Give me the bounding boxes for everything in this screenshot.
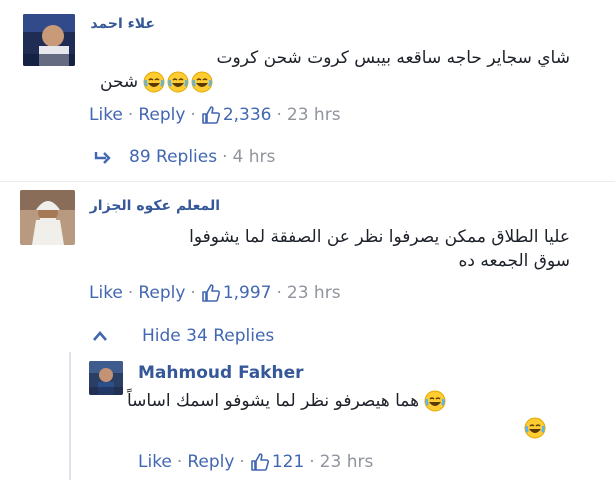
comment-text-line-2: شحن (100, 70, 570, 94)
reply-actions: Like · Reply · 121 · 23 hrs (138, 452, 373, 472)
timestamp[interactable]: 23 hrs (320, 452, 374, 472)
reply-link[interactable]: Reply (138, 283, 185, 303)
reply-link[interactable]: Reply (138, 105, 185, 125)
comment-text-line: شاي سجاير حاجه ساقعه بيبس كروت شحن كروت (216, 48, 570, 68)
reply-arrow-icon (94, 152, 111, 164)
separator-dot: · (239, 452, 245, 472)
tears-of-joy-emoji-icon (167, 71, 189, 93)
like-count[interactable]: 121 (272, 452, 304, 472)
comment-text: عليا الطلاق ممكن يصرفوا نظر عن الصفقة لم… (90, 225, 570, 273)
separator-dot: · (190, 283, 196, 303)
reply-author[interactable]: Mahmoud Fakher (138, 363, 303, 383)
thumbs-up-icon[interactable] (201, 283, 221, 303)
comment-actions: Like · Reply · 2,336 · 23 hrs (89, 105, 341, 125)
thumbs-up-icon[interactable] (201, 105, 221, 125)
timestamp[interactable]: 23 hrs (287, 105, 341, 125)
comment-author[interactable]: المعلم عكوه الجزار (90, 198, 220, 214)
reply-link[interactable]: Reply (187, 452, 234, 472)
reply-text: هما هيصرفو نظر لما يشوفو اسمك اساساً (127, 389, 547, 442)
view-replies-link[interactable]: 89 Replies · 4 hrs (94, 147, 275, 167)
tears-of-joy-emoji-icon (524, 417, 546, 439)
timestamp[interactable]: 23 hrs (287, 283, 341, 303)
like-link[interactable]: Like (89, 105, 123, 125)
comment-text-line-2: سوق الجمعه ده (458, 251, 570, 271)
like-count[interactable]: 1,997 (223, 283, 272, 303)
chevron-up-icon (93, 331, 107, 341)
separator-dot: · (222, 147, 228, 167)
reply-text-line: هما هيصرفو نظر لما يشوفو اسمك اساساً (127, 389, 547, 413)
thumbs-up-icon[interactable] (250, 452, 270, 472)
like-link[interactable]: Like (138, 452, 172, 472)
reply-thread-line (69, 352, 71, 480)
separator-dot: · (127, 283, 134, 303)
hide-replies-link[interactable]: Hide 34 Replies (92, 326, 274, 346)
reply-text-content: هما هيصرفو نظر لما يشوفو اسمك اساساً (127, 391, 420, 411)
separator-dot: · (309, 452, 315, 472)
comment-divider (0, 181, 615, 182)
tears-of-joy-emoji-icon (191, 71, 213, 93)
tears-of-joy-emoji-icon (143, 71, 165, 93)
avatar[interactable] (89, 361, 123, 395)
comment-text: شاي سجاير حاجه ساقعه بيبس كروت شحن كروت … (100, 46, 570, 94)
hide-replies-label[interactable]: Hide 34 Replies (142, 326, 274, 346)
comment-text-line: عليا الطلاق ممكن يصرفوا نظر عن الصفقة لم… (189, 227, 570, 247)
tears-of-joy-emoji-icon (424, 390, 446, 412)
comment-text-word: شحن (100, 72, 139, 92)
like-count[interactable]: 2,336 (223, 105, 272, 125)
separator-dot: · (127, 105, 134, 125)
reply-text-line-2 (127, 417, 547, 442)
separator-dot: · (276, 105, 282, 125)
avatar[interactable] (20, 190, 75, 245)
separator-dot: · (190, 105, 196, 125)
replies-timestamp: 4 hrs (232, 147, 276, 167)
separator-dot: · (176, 452, 183, 472)
avatar[interactable] (23, 14, 75, 66)
replies-count-label[interactable]: 89 Replies (129, 147, 217, 167)
comment-actions: Like · Reply · 1,997 · 23 hrs (89, 283, 341, 303)
separator-dot: · (276, 283, 282, 303)
emoji-group (142, 71, 214, 93)
comment-author[interactable]: علاء احمد (90, 16, 155, 32)
like-link[interactable]: Like (89, 283, 123, 303)
